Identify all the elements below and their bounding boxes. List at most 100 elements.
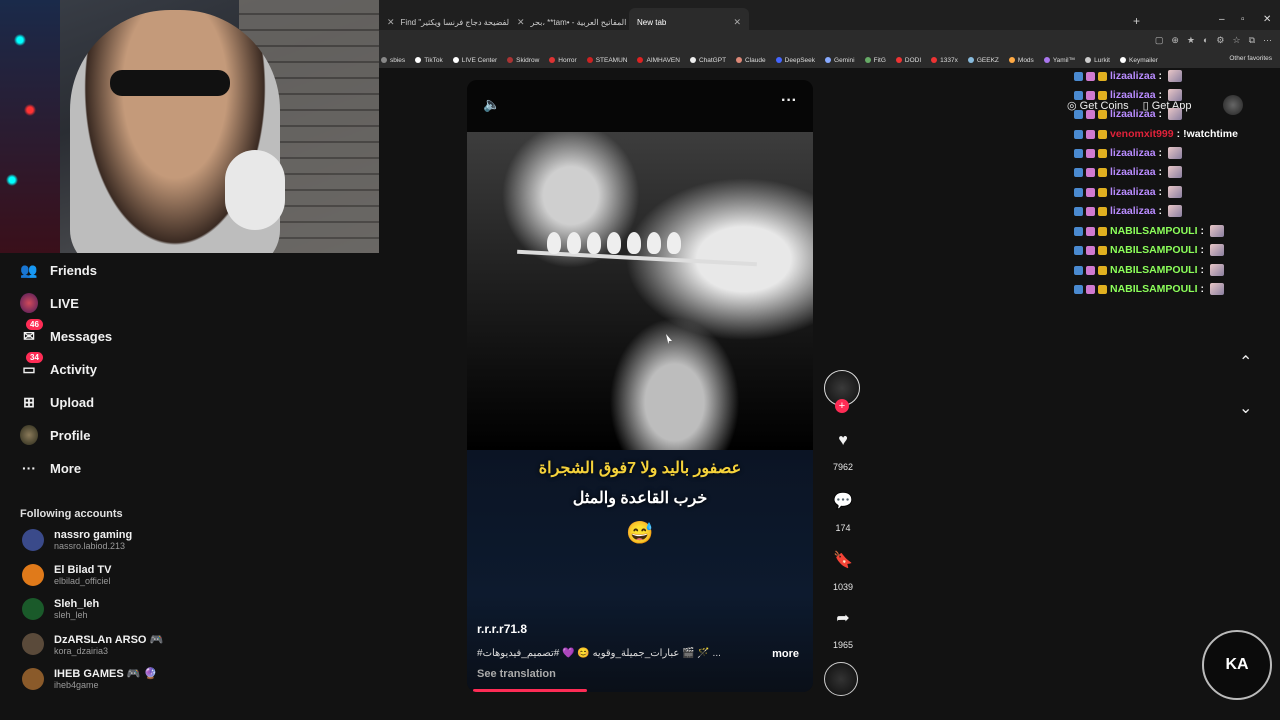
bookmark-button[interactable]: 🔖 1039 xyxy=(823,550,863,592)
profile-menu-icon[interactable]: ⋯ xyxy=(1263,35,1272,46)
video-progress-bar[interactable] xyxy=(473,689,588,692)
video-player[interactable]: 🔈 ··· عصفور باليد ولا 7فوق الشجراة خرب ا… xyxy=(467,80,813,692)
see-translation-link[interactable]: See translation xyxy=(477,668,556,680)
messages-icon: ✉ 46 xyxy=(20,319,43,345)
chat-username: lizaalizaa xyxy=(1110,166,1156,178)
bookmark-item[interactable]: STEAMUN xyxy=(586,57,627,64)
role-badge-icon xyxy=(1074,245,1083,255)
bookmark-item[interactable]: LIVE Center xyxy=(452,57,497,64)
gift-badge-icon xyxy=(1086,71,1095,81)
bookmark-item[interactable]: DODI xyxy=(895,57,921,64)
led-lights xyxy=(0,0,60,253)
share-count: 1965 xyxy=(832,640,854,650)
follow-button[interactable]: + xyxy=(835,399,849,413)
audio-icon[interactable]: ◐ xyxy=(1203,35,1208,46)
account-handle: sleh_leh xyxy=(54,610,88,620)
sidebar-item-label: LIVE xyxy=(50,295,79,311)
bookmark-icon: 🔖 xyxy=(833,552,853,569)
chat-separator: : xyxy=(1158,205,1163,217)
tab-label: بحر، **tam• - لوحة المفاتيح العربية xyxy=(530,17,629,27)
profile-icon xyxy=(20,425,38,445)
next-video-button[interactable]: ⌄ xyxy=(1239,398,1252,418)
sidebar: 👥 Friends LIVE ✉ 46 Messages ▭ 34 Activi… xyxy=(0,253,379,720)
bookmark-item[interactable]: AIMHAVEN xyxy=(637,57,680,64)
chat-separator: : xyxy=(1158,166,1163,178)
bookmark-item[interactable]: Keymailer xyxy=(1120,57,1158,64)
extensions-icon[interactable]: ⚙ xyxy=(1216,35,1224,46)
gift-badge-icon xyxy=(1086,226,1095,236)
bookmark-item[interactable]: FitG xyxy=(864,57,886,64)
maximize-button[interactable]: ▫ xyxy=(1241,14,1245,25)
bookmark-label: Horror xyxy=(558,56,577,64)
gift-badge-icon xyxy=(1086,90,1095,100)
emote-icon xyxy=(1210,283,1224,295)
account-handle: elbilad_officiel xyxy=(54,575,111,586)
following-account[interactable]: nassro gaming nassro.labiod.213 xyxy=(22,529,132,551)
new-tab-button[interactable]: + xyxy=(1133,14,1140,28)
gift-badge-icon xyxy=(1086,265,1095,275)
bookmark-label: Lurkit xyxy=(1094,56,1110,64)
bookmark-item[interactable]: Lurkit xyxy=(1085,57,1110,64)
bookmark-item[interactable]: Claude xyxy=(736,57,766,64)
close-window-button[interactable]: ✕ xyxy=(1263,14,1271,25)
bookmark-item[interactable]: TikTok xyxy=(415,57,443,64)
other-favorites[interactable]: Other favorites xyxy=(1229,55,1272,62)
split-icon[interactable]: ▢ xyxy=(1155,35,1164,46)
sidebar-item-messages[interactable]: ✉ 46 Messages xyxy=(20,319,112,345)
activity-icon: ▭ 34 xyxy=(20,352,43,378)
minimize-button[interactable]: – xyxy=(1219,14,1225,25)
bookmark-item[interactable]: Mods xyxy=(1008,57,1034,64)
volume-icon[interactable]: 🔈 xyxy=(483,96,500,113)
more-icon: ··· xyxy=(22,460,36,476)
bookmark-icon xyxy=(864,57,871,63)
video-menu-icon[interactable]: ··· xyxy=(781,92,797,110)
bookmark-item[interactable]: Yamil™ xyxy=(1043,57,1075,64)
sidebar-item-upload[interactable]: ⊞ Upload xyxy=(20,393,94,411)
previous-video-button[interactable]: ⌃ xyxy=(1239,352,1252,372)
following-account[interactable]: El Bilad TV elbilad_officiel xyxy=(22,563,111,586)
account-avatar[interactable] xyxy=(1223,95,1244,115)
sidebar-item-activity[interactable]: ▭ 34 Activity xyxy=(20,352,97,378)
like-button[interactable]: ♥ 7962 xyxy=(823,432,863,472)
bookmark-item[interactable]: ChatGPT xyxy=(689,57,726,64)
following-account[interactable]: DzARSLAn ARSO 🎮 kora_dzairia3 xyxy=(22,633,163,656)
bookmark-item[interactable]: sbies xyxy=(381,57,405,64)
close-icon[interactable]: ✕ xyxy=(733,17,741,28)
account-avatar xyxy=(22,598,44,620)
bookmark-item[interactable]: Skidrow xyxy=(507,57,539,64)
role-badge-icon xyxy=(1074,148,1083,158)
role-badge-icon xyxy=(1074,129,1083,139)
share-button[interactable]: ➦ 1965 xyxy=(823,608,863,650)
account-avatar xyxy=(22,633,44,655)
close-icon[interactable]: ✕ xyxy=(517,17,525,28)
close-icon[interactable]: ✕ xyxy=(387,17,395,28)
chat-message: lizaalizaa : xyxy=(1074,147,1183,159)
music-disc-avatar[interactable] xyxy=(824,662,858,696)
more-button[interactable]: more xyxy=(772,648,799,660)
role-badge-icon xyxy=(1074,71,1083,81)
bookmark-item[interactable]: 1337x xyxy=(931,57,958,64)
zoom-icon[interactable]: ⊕ xyxy=(1171,35,1179,46)
video-author[interactable]: r.r.r.r71.8 xyxy=(477,622,527,636)
chat-message: lizaalizaa : xyxy=(1074,186,1183,198)
following-account[interactable]: Sleh_leh sleh_leh xyxy=(22,598,99,620)
crown-badge-icon xyxy=(1098,90,1107,100)
bookmark-icon xyxy=(549,57,556,63)
following-account[interactable]: IHEB GAMES 🎮 🔮 iheb4game xyxy=(22,667,157,690)
bookmark-icon xyxy=(895,57,902,63)
comment-button[interactable]: 💬 174 xyxy=(823,491,863,533)
sidebar-item-profile[interactable]: Profile xyxy=(20,425,90,445)
bookmark-item[interactable]: GEEKZ xyxy=(967,57,999,64)
emote-icon xyxy=(1168,70,1183,82)
gift-badge-icon xyxy=(1086,206,1095,216)
star-icon[interactable]: ★ xyxy=(1187,35,1195,46)
sidebar-item-live[interactable]: LIVE xyxy=(20,293,79,313)
bookmark-item[interactable]: Gemini xyxy=(825,57,855,64)
collections-icon[interactable]: ⧉ xyxy=(1249,35,1255,46)
sidebar-item-friends[interactable]: 👥 Friends xyxy=(20,261,97,279)
favorites-icon[interactable]: ☆ xyxy=(1232,35,1240,46)
crown-badge-icon xyxy=(1098,226,1107,236)
bookmark-item[interactable]: Horror xyxy=(549,56,577,64)
bookmark-item[interactable]: DeepSeek xyxy=(775,57,815,64)
sidebar-item-more[interactable]: ··· More xyxy=(20,459,81,477)
